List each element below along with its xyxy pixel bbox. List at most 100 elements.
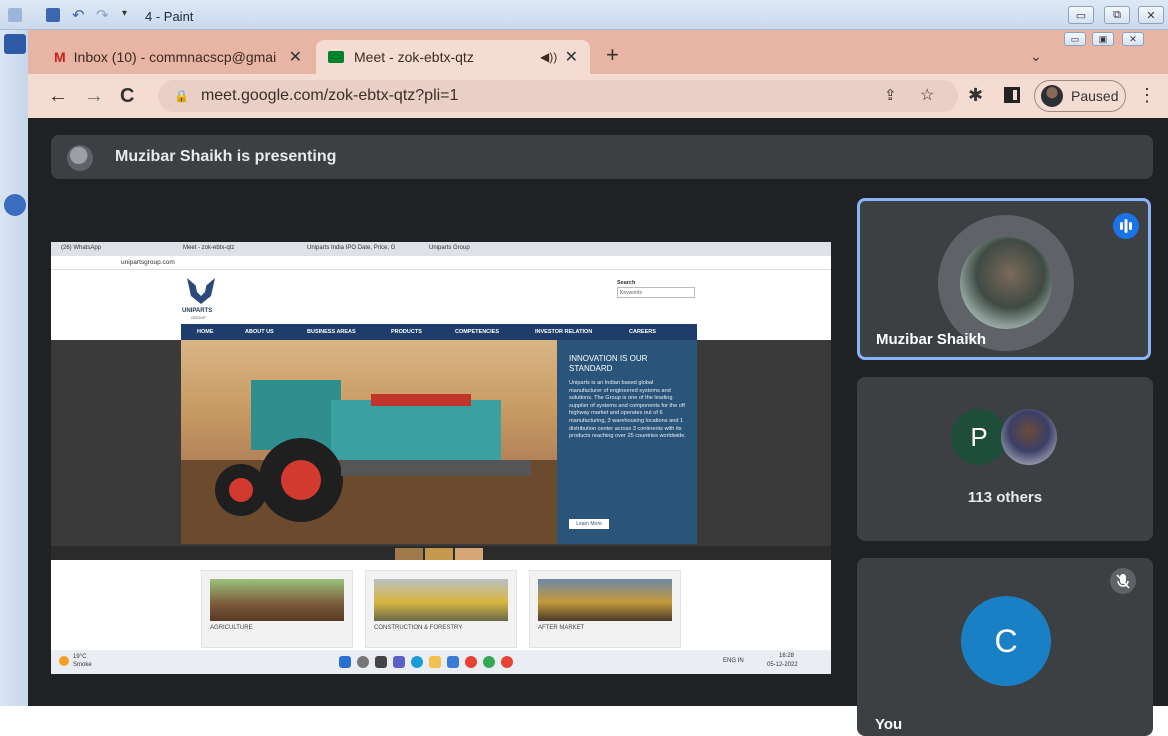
hero-thumb bbox=[425, 548, 453, 560]
avatar bbox=[1001, 409, 1057, 465]
save-icon[interactable] bbox=[46, 8, 60, 22]
shared-screen: (26) WhatsApp Meet - zok-ebtx-qtz Unipar… bbox=[51, 242, 831, 674]
gmail-icon: M bbox=[54, 49, 66, 65]
uniparts-logo bbox=[187, 278, 215, 304]
customize-quick-access-icon[interactable]: ▾ bbox=[122, 8, 127, 19]
uniparts-logo-text: UNIPARTS bbox=[182, 308, 213, 314]
hero-info-panel: INNOVATION IS OUR STANDARD Uniparts is a… bbox=[557, 340, 697, 544]
shared-tab-uniparts: Uniparts Group bbox=[429, 245, 470, 251]
paint-app-icon[interactable] bbox=[8, 8, 22, 22]
profile-paused-button[interactable]: Paused bbox=[1034, 80, 1126, 112]
card-label: AFTER MARKET bbox=[538, 625, 585, 631]
avatar: P bbox=[951, 409, 1007, 465]
site-nav: HOME ABOUT US BUSINESS AREAS PRODUCTS CO… bbox=[181, 324, 697, 340]
participant-name: You bbox=[875, 716, 903, 733]
tab-search-chevron-icon[interactable]: ⌄ bbox=[1030, 48, 1042, 65]
shared-tab-meet: Meet - zok-ebtx-qtz bbox=[183, 245, 235, 251]
more-menu-icon[interactable]: ⋮ bbox=[1138, 85, 1156, 106]
shared-tab-ipo: Uniparts India IPO Date, Price, G bbox=[307, 245, 396, 251]
tractor-illustration bbox=[181, 380, 557, 544]
paint-restore-button[interactable]: ⧉ bbox=[1104, 6, 1130, 24]
meet-icon bbox=[328, 51, 344, 63]
presenting-banner: Muzibar Shaikh is presenting bbox=[51, 135, 1153, 179]
tab-meet-label: Meet - zok-ebtx-qtz bbox=[354, 49, 474, 65]
participant-tile-others[interactable]: P 113 others bbox=[857, 377, 1153, 541]
card-image bbox=[210, 579, 344, 621]
explorer-icon bbox=[429, 656, 441, 668]
weather-temp: 19°C bbox=[73, 654, 87, 660]
browser-minimize-button[interactable]: ▭ bbox=[1064, 32, 1086, 46]
chat-icon bbox=[393, 656, 405, 668]
start-icon bbox=[339, 656, 351, 668]
browser-close-button[interactable]: ✕ bbox=[1122, 32, 1144, 46]
tab-meet[interactable]: Meet - zok-ebtx-qtz ◀)) ✕ bbox=[316, 40, 590, 74]
uniparts-page: UNIPARTS GROUP Search Keywords HOME ABOU… bbox=[51, 270, 831, 650]
presenting-text: Muzibar Shaikh is presenting bbox=[115, 148, 337, 165]
site-nav-business: BUSINESS AREAS bbox=[307, 329, 356, 335]
undo-icon[interactable]: ↶ bbox=[72, 6, 85, 24]
presenter-avatar-icon bbox=[67, 145, 93, 171]
address-bar[interactable]: 🔒 meet.google.com/zok-ebtx-qtz?pli=1 ⇪ ☆ bbox=[158, 80, 958, 112]
hero-body: Uniparts is an Indian based global manuf… bbox=[569, 380, 686, 440]
paint-scroll-left-icon[interactable] bbox=[4, 194, 26, 216]
weather-icon bbox=[59, 656, 69, 666]
redo-icon[interactable]: ↷ bbox=[96, 6, 109, 24]
forward-icon[interactable]: → bbox=[84, 85, 104, 108]
clock-date: 05-12-2022 bbox=[767, 662, 798, 668]
shared-tab-whatsapp: (26) WhatsApp bbox=[61, 245, 102, 251]
others-count: 113 others bbox=[967, 489, 1043, 506]
browser-restore-button[interactable]: ▣ bbox=[1092, 32, 1114, 46]
hero-heading: INNOVATION IS OUR STANDARD bbox=[569, 354, 648, 373]
task-view-icon bbox=[375, 656, 387, 668]
hero-tractor-image bbox=[181, 340, 557, 544]
paint-ribbon-tab[interactable] bbox=[4, 34, 26, 54]
learn-more-button: Learn More bbox=[569, 519, 609, 529]
new-tab-button[interactable]: + bbox=[606, 42, 619, 68]
url-text: meet.google.com/zok-ebtx-qtz?pli=1 bbox=[200, 87, 459, 104]
close-tab-icon[interactable]: ✕ bbox=[289, 47, 302, 67]
extensions-puzzle-icon[interactable]: ✱ bbox=[968, 85, 983, 106]
card-label: AGRICULTURE bbox=[210, 625, 253, 631]
uniparts-logo-subtext: GROUP bbox=[191, 315, 206, 320]
site-nav-home: HOME bbox=[197, 329, 214, 335]
side-panel-icon[interactable] bbox=[1004, 87, 1020, 103]
site-nav-careers: CAREERS bbox=[629, 329, 656, 335]
shared-taskbar: 19°C Smoke ENG IN 16:28 05-12-2022 bbox=[51, 650, 831, 674]
profile-status: Paused bbox=[1071, 88, 1119, 104]
store-icon bbox=[447, 656, 459, 668]
profile-avatar bbox=[1041, 85, 1063, 107]
paint-title-bar: ↶ ↷ ▾ 4 - Paint ▭ ⧉ ✕ bbox=[0, 0, 1168, 30]
mic-off-icon bbox=[1110, 568, 1136, 594]
avatar: C bbox=[961, 596, 1051, 686]
lock-icon: 🔒 bbox=[174, 89, 189, 103]
close-tab-icon[interactable]: ✕ bbox=[565, 47, 578, 67]
site-nav-investor: INVESTOR RELATION bbox=[535, 329, 593, 335]
clock-time: 16:28 bbox=[779, 653, 795, 659]
paint-window-title: 4 - Paint bbox=[145, 9, 194, 24]
shared-address-bar: unipartsgroup.com bbox=[51, 256, 831, 270]
participant-tile-self[interactable]: C You bbox=[857, 558, 1153, 736]
tab-strip: M Inbox (10) - commnacscp@gmai ✕ Meet - … bbox=[28, 30, 1168, 74]
app-icon bbox=[501, 656, 513, 668]
speaking-indicator-icon bbox=[1113, 213, 1139, 239]
hero-thumb bbox=[395, 548, 423, 560]
taskbar-search-icon bbox=[357, 656, 369, 668]
site-card-construction: CONSTRUCTION & FORESTRY bbox=[365, 570, 517, 648]
share-icon[interactable]: ⇪ bbox=[884, 86, 897, 104]
site-card-agriculture: AGRICULTURE bbox=[201, 570, 353, 648]
tab-gmail[interactable]: M Inbox (10) - commnacscp@gmai ✕ bbox=[42, 40, 314, 74]
participant-tile-presenter[interactable]: Muzibar Shaikh bbox=[857, 198, 1151, 360]
audio-playing-icon[interactable]: ◀)) bbox=[540, 50, 557, 64]
paint-side-panel bbox=[0, 30, 30, 706]
site-nav-products: PRODUCTS bbox=[391, 329, 422, 335]
paint-close-button[interactable]: ✕ bbox=[1138, 6, 1164, 24]
hero-thumbnails bbox=[51, 546, 831, 560]
bookmark-star-icon[interactable]: ☆ bbox=[920, 85, 934, 105]
weather-desc: Smoke bbox=[73, 662, 92, 668]
tab-gmail-label: Inbox (10) - commnacscp@gmai bbox=[73, 49, 277, 65]
reload-icon[interactable]: C bbox=[120, 85, 134, 108]
paint-minimize-button[interactable]: ▭ bbox=[1068, 6, 1094, 24]
site-search-label: Search bbox=[617, 280, 636, 286]
back-icon[interactable]: ← bbox=[48, 85, 68, 108]
edge-icon bbox=[411, 656, 423, 668]
